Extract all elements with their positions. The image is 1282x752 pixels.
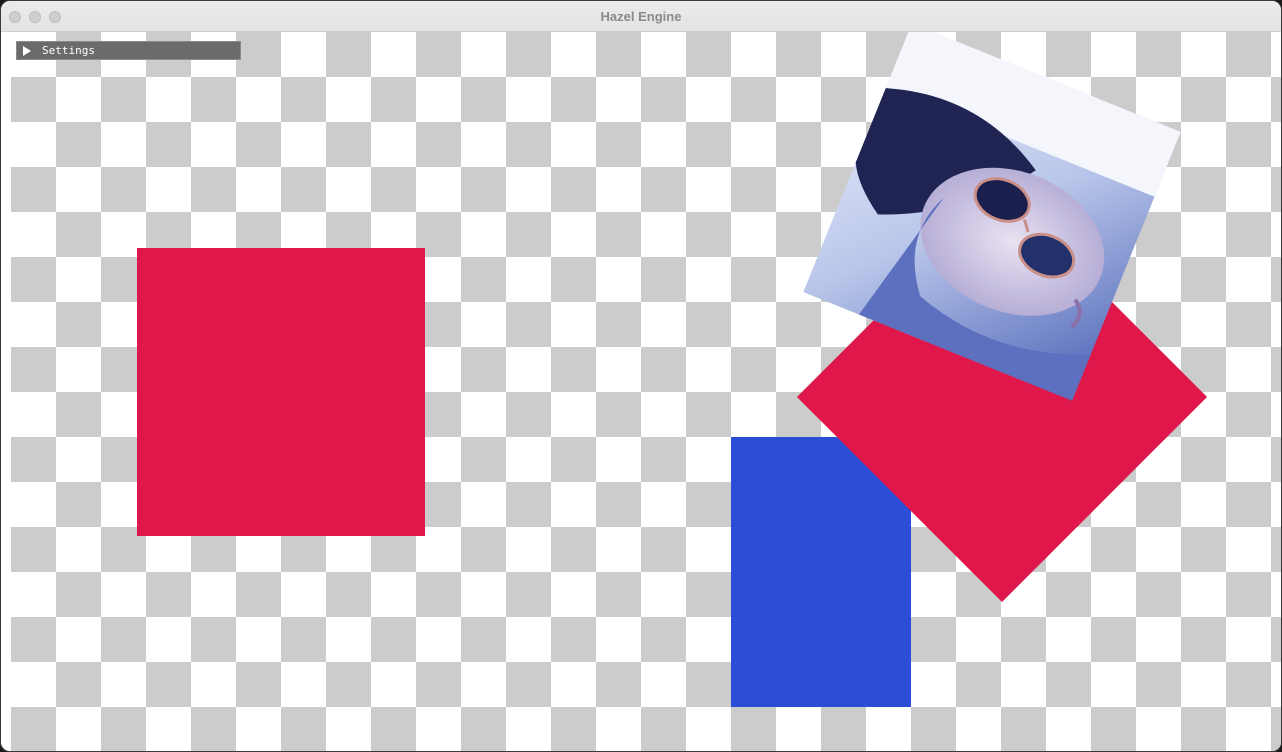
red-square-quad xyxy=(137,248,425,536)
window-title: Hazel Engine xyxy=(600,9,682,24)
render-viewport[interactable]: Settings xyxy=(11,32,1281,751)
settings-label: Settings xyxy=(42,44,95,57)
triangle-right-icon xyxy=(23,45,31,56)
app-window: Hazel Engine Settings xyxy=(0,0,1282,752)
settings-collapsing-header[interactable]: Settings xyxy=(16,41,241,60)
title-bar[interactable]: Hazel Engine xyxy=(1,1,1281,32)
viewport-margin xyxy=(1,32,11,751)
